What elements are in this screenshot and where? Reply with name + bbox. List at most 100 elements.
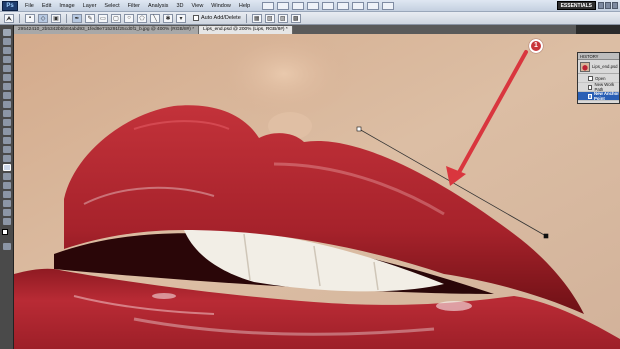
- maximize-button[interactable]: [605, 2, 611, 9]
- brush-tool-icon[interactable]: [3, 92, 11, 99]
- menu-view[interactable]: View: [187, 3, 207, 9]
- shape-tool-icon[interactable]: [3, 182, 11, 189]
- path-icon: ◇: [40, 15, 46, 22]
- fill-pixels-button[interactable]: ▣: [51, 13, 61, 23]
- photoshop-logo: Ps: [2, 0, 18, 11]
- add-to-path-button[interactable]: ▦: [251, 13, 262, 23]
- menu-3d[interactable]: 3D: [172, 3, 187, 9]
- quick-mask-icon[interactable]: [3, 243, 11, 250]
- intersect-area-icon: ▨: [279, 15, 286, 22]
- shape-layers-button[interactable]: ▪: [25, 13, 35, 23]
- healing-brush-tool-icon[interactable]: [3, 83, 11, 90]
- history-snapshot[interactable]: Lips_end.psd: [578, 60, 619, 74]
- view-extras-button[interactable]: [292, 1, 305, 10]
- history-panel: HISTORY Lips_end.psd Open New Work Path …: [577, 52, 620, 104]
- auto-add-delete-option[interactable]: Auto Add/Delete: [193, 15, 241, 21]
- exclude-path-button[interactable]: ▩: [290, 13, 301, 23]
- history-panel-title: HISTORY: [578, 53, 619, 60]
- clone-stamp-tool-icon[interactable]: [3, 101, 11, 108]
- snapshot-thumbnail: [580, 61, 590, 72]
- snapshot-label: Lips_end.psd: [592, 64, 618, 69]
- workspace-switcher[interactable]: ESSENTIALS: [556, 1, 596, 10]
- rectangle-tool-button[interactable]: ▭: [98, 13, 108, 23]
- dodge-tool-icon[interactable]: [3, 146, 11, 153]
- menu-select[interactable]: Select: [100, 3, 123, 9]
- step-number-badge: 1: [529, 39, 543, 53]
- add-area-icon: ▦: [253, 15, 260, 22]
- crop-tool-icon[interactable]: [3, 65, 11, 72]
- document-tab-active[interactable]: Lips_end.psd @ 200% (Lips, RGB/8#) *: [199, 26, 293, 34]
- foreground-color-swatch[interactable]: [2, 229, 8, 235]
- polygon-tool-button[interactable]: ⬠: [137, 13, 147, 23]
- rectangle-icon: ▭: [100, 15, 106, 22]
- hand-tool-icon[interactable]: [3, 209, 11, 216]
- history-item-label: Open: [595, 75, 606, 81]
- custom-shape-tool-button[interactable]: ✱: [163, 13, 173, 23]
- arrange-documents-button[interactable]: [367, 1, 380, 10]
- type-tool-icon[interactable]: [3, 155, 11, 162]
- menu-help[interactable]: Help: [235, 3, 254, 9]
- pen-tool-preset-picker[interactable]: [4, 13, 14, 23]
- document-tab-bar: 29542410_2b5342b5b84abd93_1fed9e715291f2…: [14, 25, 576, 34]
- chevron-down-icon: ▾: [179, 15, 183, 22]
- foreground-background-colors[interactable]: [2, 229, 11, 238]
- screen-mode-button[interactable]: [382, 1, 395, 10]
- gradient-tool-icon[interactable]: [3, 128, 11, 135]
- launch-bridge-button[interactable]: [262, 1, 275, 10]
- menu-filter[interactable]: Filter: [124, 3, 144, 9]
- line-tool-button[interactable]: ╲: [150, 13, 160, 23]
- close-button[interactable]: [612, 2, 618, 9]
- menu-analysis[interactable]: Analysis: [144, 3, 172, 9]
- history-item-selected[interactable]: New Anchor Point: [578, 91, 619, 101]
- blur-tool-icon[interactable]: [3, 137, 11, 144]
- zoom-tool-icon[interactable]: [3, 218, 11, 225]
- anchor-point[interactable]: [356, 126, 362, 132]
- lasso-tool-icon[interactable]: [3, 47, 11, 54]
- marquee-tool-icon[interactable]: [3, 38, 11, 45]
- rounded-rectangle-tool-button[interactable]: ▢: [111, 13, 121, 23]
- window-controls: [598, 2, 618, 9]
- lips-photo: [14, 34, 620, 349]
- freeform-pen-icon: ✎: [87, 15, 93, 22]
- intersect-path-button[interactable]: ▨: [277, 13, 288, 23]
- pen-icon: [6, 15, 12, 21]
- geometry-options-button[interactable]: ▾: [176, 13, 186, 23]
- menu-window[interactable]: Window: [207, 3, 235, 9]
- zoom-level-button[interactable]: [307, 1, 320, 10]
- history-brush-tool-icon[interactable]: [3, 110, 11, 117]
- document-tab[interactable]: 29542410_2b5342b5b84abd93_1fed9e715291f2…: [14, 26, 200, 34]
- path-selection-tool-icon[interactable]: [3, 173, 11, 180]
- hand-tool-button[interactable]: [322, 1, 335, 10]
- menu-image[interactable]: Image: [55, 3, 78, 9]
- auto-add-delete-checkbox[interactable]: [193, 15, 199, 21]
- zoom-tool-button[interactable]: [337, 1, 350, 10]
- launch-mini-bridge-button[interactable]: [277, 1, 290, 10]
- subtract-from-path-button[interactable]: ▧: [264, 13, 275, 23]
- fill-icon: ▣: [53, 15, 59, 22]
- rotate-view-button[interactable]: [352, 1, 365, 10]
- minimize-button[interactable]: [598, 2, 604, 9]
- pen-nib-icon: ✒: [74, 15, 80, 22]
- 3d-orbit-tool-icon[interactable]: [3, 200, 11, 207]
- separator: [19, 13, 20, 23]
- ellipse-tool-button[interactable]: ○: [124, 13, 134, 23]
- document-canvas[interactable]: [14, 34, 620, 349]
- freeform-pen-button[interactable]: ✎: [85, 13, 95, 23]
- menu-file[interactable]: File: [21, 3, 38, 9]
- menu-bar: Ps File Edit Image Layer Select Filter A…: [0, 0, 620, 12]
- anchor-point[interactable]: [543, 233, 549, 239]
- menu-edit[interactable]: Edit: [38, 3, 55, 9]
- pen-tool-button[interactable]: ✒: [72, 13, 82, 23]
- menu-layer[interactable]: Layer: [79, 3, 101, 9]
- custom-shape-icon: ✱: [165, 15, 171, 22]
- 3d-rotate-tool-icon[interactable]: [3, 191, 11, 198]
- eyedropper-tool-icon[interactable]: [3, 74, 11, 81]
- paths-button[interactable]: ◇: [38, 13, 48, 23]
- subtract-area-icon: ▧: [266, 15, 273, 22]
- application-bar-tools: [262, 1, 395, 10]
- move-tool-icon[interactable]: [3, 29, 11, 36]
- quick-selection-tool-icon[interactable]: [3, 56, 11, 63]
- separator: [245, 13, 247, 23]
- pen-tool-icon[interactable]: [3, 164, 11, 171]
- eraser-tool-icon[interactable]: [3, 119, 11, 126]
